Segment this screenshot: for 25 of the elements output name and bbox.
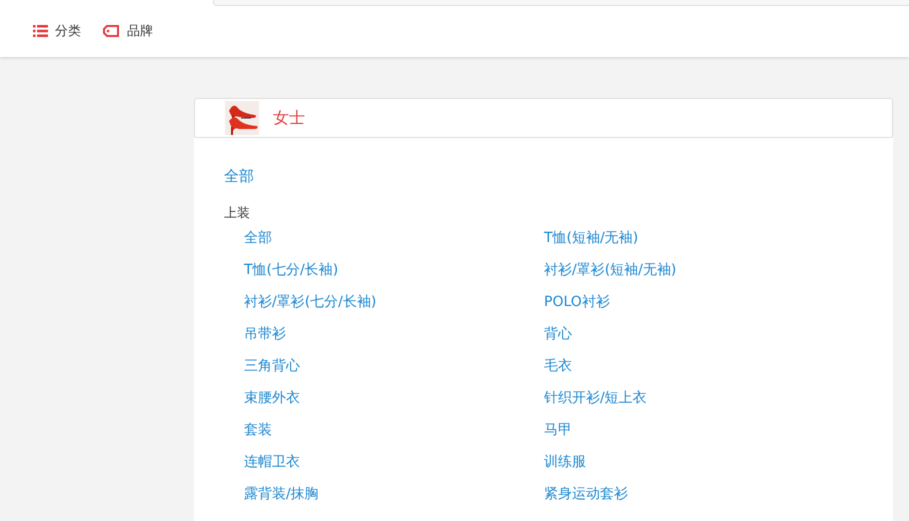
subcategory-link[interactable]: 背心 (544, 324, 572, 356)
subcategory-link[interactable]: 毛衣 (544, 356, 572, 388)
subcategory-link[interactable]: 衬衫/罩衫(短袖/无袖) (544, 260, 676, 292)
subcategory-link[interactable]: 紧身运动套衫 (544, 484, 628, 516)
subcategory-link[interactable]: 马甲 (544, 420, 572, 452)
subcategory-link[interactable]: T恤(七分/长袖) (244, 260, 338, 292)
subcategory-link[interactable]: POLO衬衫 (544, 292, 610, 324)
subcategory-link[interactable]: 束腰外衣 (244, 388, 300, 420)
subcategory-link[interactable]: 吊带衫 (244, 324, 286, 356)
subcategory-link[interactable]: 训练服 (544, 452, 586, 484)
subcategory-link[interactable]: 套装 (244, 420, 272, 452)
subcategory-link[interactable]: T恤(短袖/无袖) (544, 228, 638, 260)
subcategory-link[interactable]: 三角背心 (244, 356, 300, 388)
list-icon (33, 25, 48, 37)
nav-link[interactable]: 品牌 (103, 22, 153, 40)
category-title: 女士 (273, 108, 305, 128)
nav-link[interactable]: 分类 (33, 22, 81, 40)
subcategory-link[interactable]: 全部 (244, 228, 272, 260)
subcategory-link[interactable]: 露背装/抹胸 (244, 484, 319, 516)
group-title: 上装 (224, 205, 251, 222)
tag-icon (103, 25, 120, 37)
subcategory-link[interactable]: 连帽卫衣 (244, 452, 300, 484)
subcategory-link[interactable]: 衬衫/罩衫(七分/长袖) (244, 292, 376, 324)
all-link[interactable]: 全部 (224, 167, 254, 186)
subcategory-link[interactable]: 针织开衫/短上衣 (544, 388, 647, 420)
